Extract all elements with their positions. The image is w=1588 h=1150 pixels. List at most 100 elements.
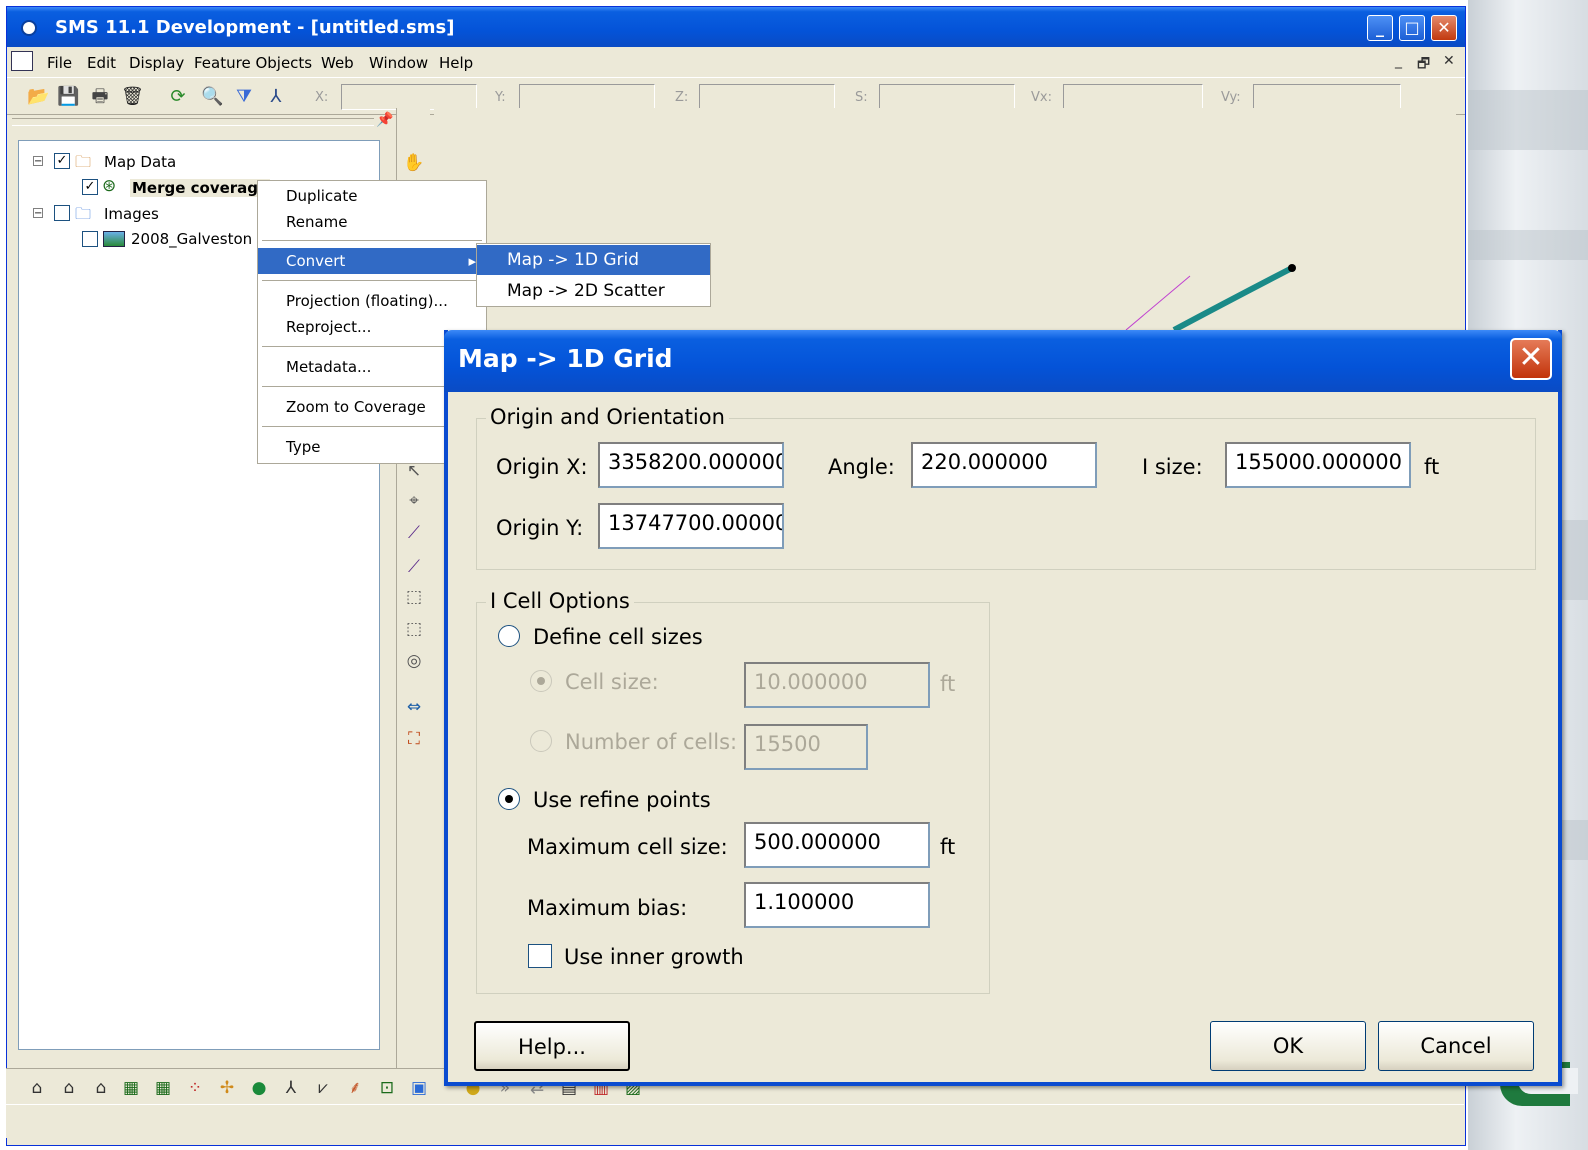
ugrid-module-icon[interactable]: ▦ xyxy=(152,1077,174,1099)
number-of-cells-radio xyxy=(530,730,552,752)
merge-coverage-checkbox[interactable]: ✓ xyxy=(82,179,98,195)
max-bias-input[interactable]: 1.100000 xyxy=(744,882,930,928)
document-icon[interactable] xyxy=(11,51,33,71)
define-cell-sizes-label[interactable]: Define cell sizes xyxy=(533,625,703,649)
title-bar[interactable]: SMS 11.1 Development - [untitled.sms] _ … xyxy=(7,7,1465,47)
s-coord-field[interactable] xyxy=(879,84,1015,110)
create-arc-tool-icon[interactable]: ⟋ xyxy=(403,522,425,544)
x-coord-field[interactable] xyxy=(341,84,477,110)
cartesian-module-icon[interactable]: ⌂ xyxy=(90,1077,112,1099)
menu-feature-objects[interactable]: Feature Objects xyxy=(194,54,312,72)
z-coord-field[interactable] xyxy=(699,84,835,110)
images-checkbox[interactable] xyxy=(54,205,70,221)
quadtree-module-icon[interactable]: ▦ xyxy=(120,1077,142,1099)
s-coord-label: S: xyxy=(855,90,868,105)
isize-input[interactable]: 155000.000000 xyxy=(1225,442,1411,488)
angle-input[interactable]: 220.000000 xyxy=(911,442,1097,488)
help-button[interactable]: Help... xyxy=(474,1021,630,1071)
vy-coord-field[interactable] xyxy=(1253,84,1401,110)
arc-node[interactable] xyxy=(1288,264,1296,272)
arc-teal[interactable] xyxy=(1172,265,1294,333)
define-cell-sizes-radio[interactable] xyxy=(498,625,520,647)
refresh-icon[interactable]: ⟳ xyxy=(167,86,189,108)
submenu-map-2d-scatter[interactable]: Map -> 2D Scatter xyxy=(477,276,710,306)
dialog-close-button[interactable]: ✕ xyxy=(1510,338,1552,380)
mdi-minimize-button[interactable]: _ xyxy=(1395,53,1402,69)
arc-magenta xyxy=(1125,275,1191,331)
scatter-module-icon[interactable]: ⁘ xyxy=(184,1077,206,1099)
origin-y-input[interactable]: 13747700.000000 xyxy=(598,503,784,549)
gis-module-icon[interactable]: ● xyxy=(248,1077,270,1099)
use-refine-points-label[interactable]: Use refine points xyxy=(533,788,711,812)
tree-item-map-data[interactable]: Map Data xyxy=(104,153,176,171)
select-arc-tool-icon[interactable]: ⟋ xyxy=(403,556,425,578)
delete-icon[interactable]: 🗑 xyxy=(121,86,144,108)
use-inner-growth-label[interactable]: Use inner growth xyxy=(564,945,744,969)
cancel-button[interactable]: Cancel xyxy=(1378,1021,1534,1071)
cell-size-radio xyxy=(530,670,552,692)
max-cell-size-unit: ft xyxy=(940,835,956,859)
map-module-icon[interactable]: ✢ xyxy=(216,1077,238,1099)
expander-map-data[interactable]: − xyxy=(33,156,43,167)
save-icon[interactable]: 💾 xyxy=(57,86,79,108)
map-data-checkbox[interactable]: ✓ xyxy=(54,153,70,169)
image-module-icon[interactable]: ▣ xyxy=(408,1077,430,1099)
panel-splitter[interactable] xyxy=(12,118,374,126)
menu-web[interactable]: Web xyxy=(321,54,354,72)
origin-group-title: Origin and Orientation xyxy=(486,405,729,429)
status-bar xyxy=(6,1104,1464,1138)
origin-y-label: Origin Y: xyxy=(496,516,584,540)
pin-icon[interactable]: 📌 xyxy=(376,112,393,128)
ok-button[interactable]: OK xyxy=(1210,1021,1366,1071)
close-button[interactable]: ✕ xyxy=(1431,15,1457,41)
raster-module-icon[interactable]: ⊡ xyxy=(376,1077,398,1099)
use-refine-points-radio[interactable] xyxy=(498,788,520,810)
print-icon[interactable]: 🖶 xyxy=(89,86,111,108)
mdi-close-button[interactable]: ✕ xyxy=(1443,53,1455,69)
menu-window[interactable]: Window xyxy=(369,54,428,72)
ctx-projection[interactable]: Projection (floating)... xyxy=(258,288,486,314)
zoom-tool-icon[interactable]: ◎ xyxy=(403,650,425,672)
origin-x-input[interactable]: 3358200.000000 xyxy=(598,442,784,488)
expander-images[interactable]: − xyxy=(33,208,43,219)
menu-help[interactable]: Help xyxy=(439,54,473,72)
submenu-map-1d-grid[interactable]: Map -> 1D Grid xyxy=(477,245,710,275)
annotation-module-icon[interactable]: ⸙ xyxy=(344,1077,366,1099)
zoom-icon[interactable]: 🔍 xyxy=(201,86,223,108)
mesh-module-icon[interactable]: ⌂ xyxy=(26,1077,48,1099)
max-cell-size-input[interactable]: 500.000000 xyxy=(744,822,930,868)
select-node-tool-icon[interactable]: ⌖ xyxy=(403,490,425,512)
galveston-checkbox[interactable] xyxy=(82,231,98,247)
ctx-rename[interactable]: Rename xyxy=(258,209,486,235)
minimize-button[interactable]: _ xyxy=(1367,15,1393,41)
maximize-button[interactable]: □ xyxy=(1399,15,1425,41)
menu-edit[interactable]: Edit xyxy=(87,54,116,72)
vx-coord-field[interactable] xyxy=(1063,84,1203,110)
pan-tool-icon[interactable]: ✋ xyxy=(403,152,425,174)
use-inner-growth-checkbox[interactable] xyxy=(528,944,552,968)
coverage-icon: ⊛ xyxy=(102,176,117,196)
particle-module-icon[interactable]: ⩗ xyxy=(312,1077,334,1099)
y-coord-label: Y: xyxy=(495,90,506,105)
max-bias-label: Maximum bias: xyxy=(527,896,688,920)
ctx-duplicate[interactable]: Duplicate xyxy=(258,183,486,209)
ctx-convert[interactable]: Convert ▸ xyxy=(258,248,486,274)
tree-item-2008-galveston[interactable]: 2008_Galveston xyxy=(131,230,252,248)
menu-display[interactable]: Display xyxy=(129,54,184,72)
grid-module-icon[interactable]: ⌂ xyxy=(58,1077,80,1099)
coordinates-icon[interactable]: ⅄ xyxy=(265,86,287,108)
mdi-restore-button[interactable]: 🗗 xyxy=(1417,53,1430,77)
feature-tool-icon[interactable]: ⛶ xyxy=(403,728,425,750)
images-folder-icon: 🗀 xyxy=(75,204,92,223)
menu-file[interactable]: File xyxy=(47,54,72,72)
cell-size-label: Cell size: xyxy=(565,670,659,694)
tree-item-merge-coverage[interactable]: Merge coverage xyxy=(130,179,271,197)
measure-tool-icon[interactable]: ⇔ xyxy=(403,696,425,718)
tree-item-images[interactable]: Images xyxy=(104,205,159,223)
select-arc-group-tool-icon[interactable]: ⬚ xyxy=(403,618,425,640)
select-polygon-tool-icon[interactable]: ⬚ xyxy=(403,586,425,608)
filter-icon[interactable]: ⧩ xyxy=(233,86,255,108)
1d-grid-module-icon[interactable]: ⅄ xyxy=(280,1077,302,1099)
y-coord-field[interactable] xyxy=(519,84,655,110)
open-icon[interactable]: 📂 xyxy=(27,86,49,108)
